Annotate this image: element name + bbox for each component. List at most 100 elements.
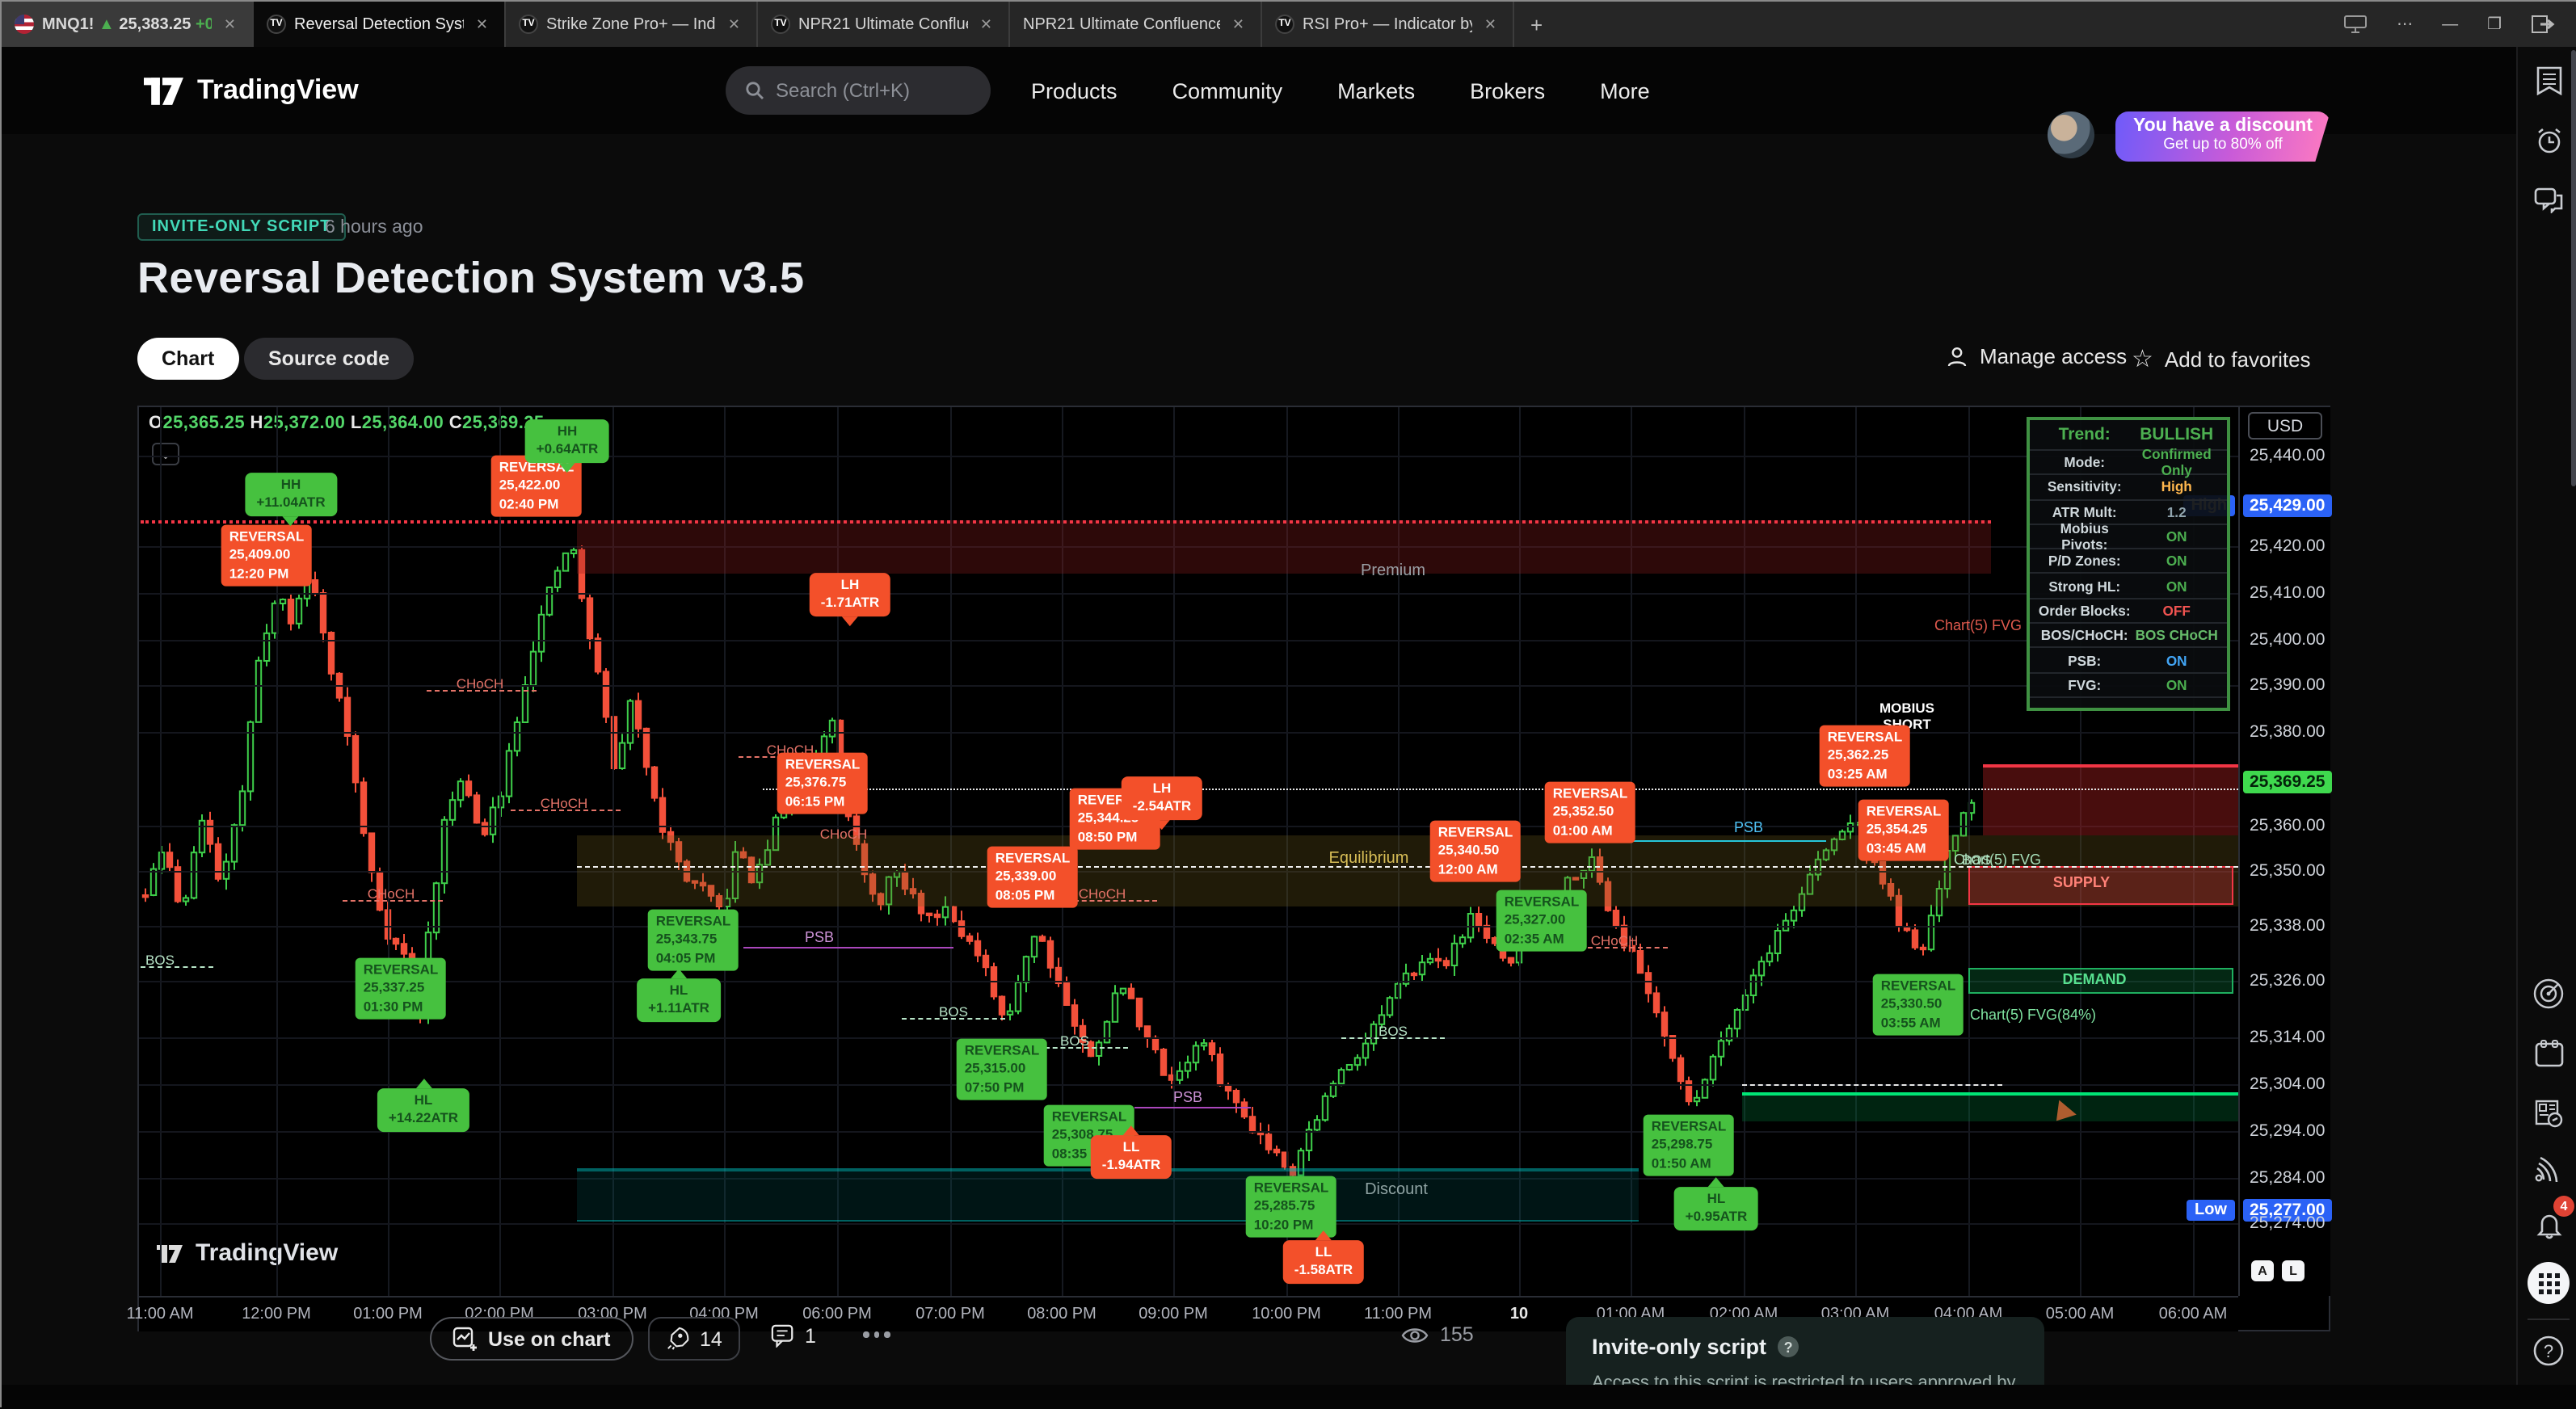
- grid-line-horizontal: [139, 926, 2238, 927]
- price-axis[interactable]: USD A L 25,440.0025,429.0025,420.0025,41…: [2238, 407, 2330, 1296]
- tab-strike-zone[interactable]: TV Strike Zone Pro+ — Indicato ✕: [506, 2, 758, 47]
- tab-title: Reversal Detection System v: [294, 15, 465, 33]
- pivot-label-hl: HL+14.22ATR: [377, 1088, 469, 1132]
- price-axis-label: 25,274.00: [2250, 1213, 2325, 1233]
- tab-close-icon[interactable]: ✕: [1481, 15, 1500, 33]
- currency-button[interactable]: USD: [2248, 412, 2322, 440]
- reversal-marker: REVERSAL25,337.2501:30 PM: [356, 958, 447, 1020]
- boost-button[interactable]: 14: [648, 1317, 740, 1361]
- nav-item-brokers[interactable]: Brokers: [1470, 78, 1545, 103]
- help-icon[interactable]: ?: [2531, 1333, 2566, 1369]
- eye-icon: [1401, 1324, 1429, 1345]
- tradingview-favicon: TV: [519, 15, 538, 34]
- pivot-label-hh: HH+0.64ATR: [525, 419, 610, 463]
- auto-scale-button[interactable]: A: [2251, 1260, 2274, 1281]
- reversal-marker: REVERSAL25,352.5001:00 AM: [1545, 782, 1636, 844]
- chat-icon[interactable]: [2531, 183, 2566, 218]
- tab-close-icon[interactable]: ✕: [1229, 15, 1248, 33]
- invite-panel-body: Access to this script is restricted to u…: [1592, 1373, 2018, 1385]
- use-on-chart-button[interactable]: Use on chart: [430, 1317, 633, 1361]
- nav-item-more[interactable]: More: [1600, 78, 1650, 103]
- restore-window-icon[interactable]: ❐: [2487, 15, 2502, 33]
- comment-icon: [771, 1323, 795, 1348]
- chart-plot[interactable]: O25,365.25 H25,372.00 L25,364.00 C25,369…: [139, 407, 2238, 1296]
- scrollbar-thumb[interactable]: [2571, 50, 2576, 486]
- grid-line-horizontal: [139, 640, 2238, 641]
- price-axis-label: 25,294.00: [2250, 1121, 2325, 1141]
- chart-watermark: TradingView: [157, 1239, 338, 1267]
- ohlc-readout: O25,365.25 H25,372.00 L25,364.00 C25,369…: [149, 414, 545, 433]
- demand-right-band: [1742, 1092, 2238, 1121]
- calendar-icon[interactable]: [2531, 1036, 2566, 1071]
- grid-line-horizontal: [139, 456, 2238, 457]
- invite-only-badge: INVITE-ONLY SCRIPT: [137, 213, 345, 241]
- rail-divider: [2528, 1319, 2570, 1320]
- nav-item-markets[interactable]: Markets: [1337, 78, 1415, 103]
- view-counter: 155: [1401, 1323, 1474, 1346]
- apps-grid-icon[interactable]: [2528, 1262, 2570, 1304]
- avatar[interactable]: [2048, 111, 2094, 158]
- trend-row: FVG:ON: [2030, 673, 2227, 698]
- nav-item-community[interactable]: Community: [1172, 78, 1283, 103]
- right-toolbar: 4 ?: [2516, 47, 2576, 1385]
- tab-reversal-detection[interactable]: TV Reversal Detection System v ✕: [254, 2, 506, 47]
- pivot-label-ll: LL-1.58ATR: [1283, 1240, 1364, 1284]
- minimize-icon[interactable]: —: [2442, 15, 2458, 33]
- tab-title: NPR21 Ultimate Confluence Das: [1023, 15, 1221, 33]
- browser-viewport: TradingView Search (Ctrl+K) Products Comm…: [2, 47, 2576, 1385]
- reversal-marker: REVERSAL25,340.5012:00 AM: [1430, 821, 1522, 883]
- log-scale-button[interactable]: L: [2282, 1260, 2305, 1281]
- screener-radar-icon[interactable]: [2531, 976, 2566, 1012]
- add-favorites-label: Add to favorites: [2165, 347, 2311, 371]
- discount-banner-button[interactable]: You have a discount Get up to 80% off: [2115, 111, 2330, 162]
- collapse-chevron-button[interactable]: ⌄: [152, 443, 179, 465]
- us-flag-icon: [15, 15, 34, 34]
- tradingview-logo[interactable]: TradingView: [144, 74, 359, 107]
- chart-annotation-bos: BOS: [145, 952, 175, 968]
- add-favorites-button[interactable]: ☆ Add to favorites: [2132, 344, 2311, 373]
- grid-line-horizontal: [139, 732, 2238, 734]
- more-actions-button[interactable]: [863, 1331, 890, 1337]
- tab-close-icon[interactable]: ✕: [473, 15, 491, 33]
- tab-close-icon[interactable]: ✕: [977, 15, 995, 33]
- trend-row: Order Blocks:OFF: [2030, 599, 2227, 625]
- search-input[interactable]: Search (Ctrl+K): [726, 66, 991, 115]
- trend-row: BOS/CHoCH:BOS CHoCH: [2030, 624, 2227, 649]
- alerts-clock-icon[interactable]: [2531, 123, 2566, 158]
- chart-annotation-choch: CHoCH: [820, 826, 868, 842]
- notifications-bell-icon[interactable]: 4: [2531, 1205, 2566, 1241]
- chart-annotation-chart-5-fvg: Chart(5) FVG: [1934, 617, 2022, 633]
- watchlist-icon[interactable]: [2531, 63, 2566, 99]
- tab-chart[interactable]: Chart: [137, 338, 238, 380]
- pivot-label-hl: HL+1.11ATR: [637, 978, 721, 1022]
- feed-rss-icon[interactable]: [2531, 1152, 2566, 1188]
- tab-rsi-pro[interactable]: TV RSI Pro+ — Indicator by NPR ✕: [1262, 2, 1514, 47]
- tab-title: RSI Pro+ — Indicator by NPR: [1303, 15, 1473, 33]
- exit-fullscreen-icon[interactable]: [2531, 15, 2555, 34]
- tab-npr21-dashboard[interactable]: NPR21 Ultimate Confluence Das ✕: [1010, 2, 1262, 47]
- notification-badge: 4: [2553, 1196, 2574, 1217]
- tab-close-icon[interactable]: ✕: [221, 15, 239, 33]
- tab-quote-mnq1[interactable]: MNQ1! ▲ 25,383.25 +0.12% ✕: [2, 2, 254, 47]
- chart-annotation-discount: Discount: [1365, 1181, 1428, 1199]
- display-icon[interactable]: [2343, 15, 2368, 34]
- tab-npr21-confluence[interactable]: TV NPR21 Ultimate Confluence ✕: [758, 2, 1010, 47]
- more-options-icon[interactable]: ⋯: [2397, 15, 2413, 33]
- new-tab-button[interactable]: +: [1514, 2, 1559, 47]
- comments-button[interactable]: 1: [771, 1323, 816, 1348]
- news-report-icon[interactable]: [2531, 1096, 2566, 1131]
- chart-annotation-bos: BOS: [1060, 1033, 1089, 1049]
- high-price-label: 25,429.00: [2243, 494, 2331, 517]
- tab-source-code[interactable]: Source code: [244, 338, 414, 380]
- ohlc-o-value: 25,365.25: [163, 414, 250, 433]
- reversal-marker: REVERSAL25,362.2503:25 AM: [1820, 726, 1911, 788]
- chart-annotation-bos: BOS: [1962, 852, 1991, 868]
- help-circle-icon[interactable]: ?: [1778, 1336, 1799, 1357]
- tab-close-icon[interactable]: ✕: [725, 15, 743, 33]
- chart-annotation-choch: CHoCH: [368, 885, 415, 902]
- ohlc-h-label: H: [250, 414, 263, 433]
- pivot-label-lh: LH-1.71ATR: [810, 573, 890, 616]
- nav-item-products[interactable]: Products: [1031, 78, 1118, 103]
- manage-access-button[interactable]: Manage access: [1946, 344, 2127, 368]
- script-action-bar: Use on chart 14 1 155 Invite-only script…: [2, 1317, 2516, 1385]
